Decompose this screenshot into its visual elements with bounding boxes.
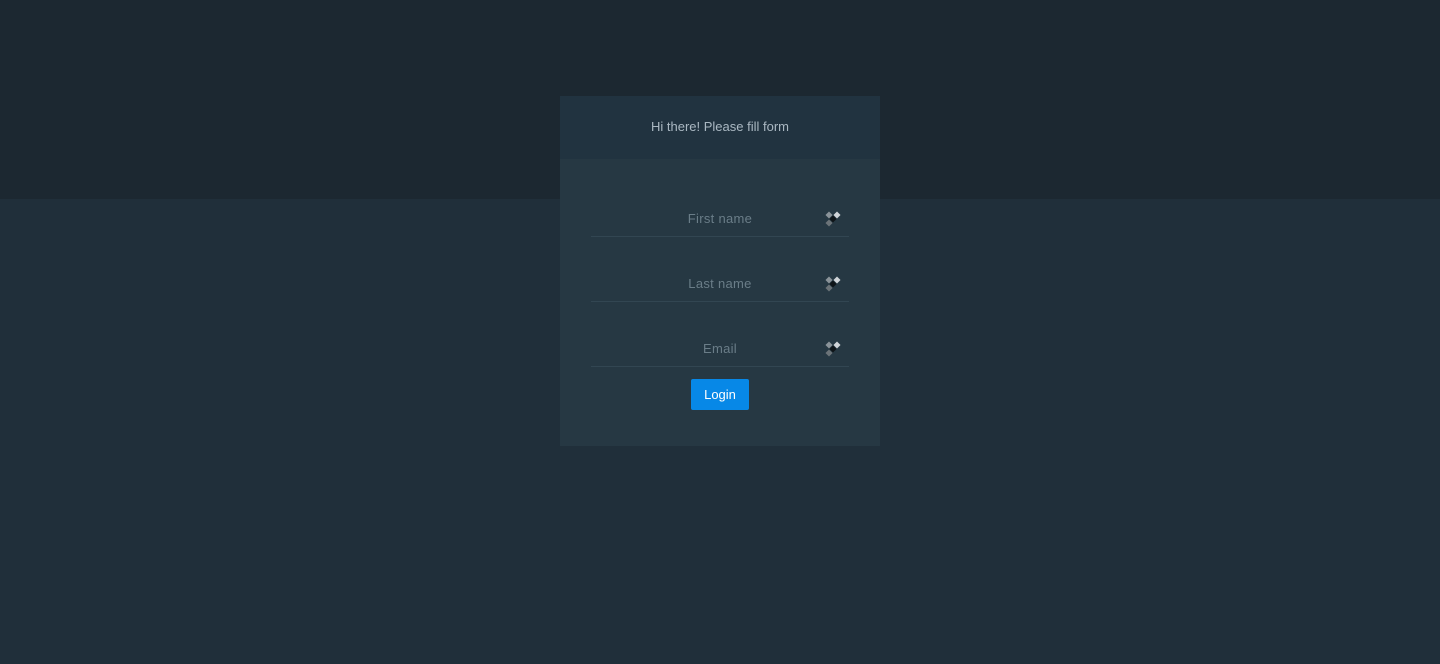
- form-body: Login: [560, 159, 880, 446]
- login-form-card: Hi there! Please fill form First name La…: [560, 96, 880, 446]
- first-name-field: [591, 200, 849, 237]
- last-name-input[interactable]: [591, 265, 849, 301]
- last-name-field: [591, 265, 849, 302]
- email-input[interactable]: [591, 330, 849, 366]
- autofill-key-icon[interactable]: [825, 276, 841, 292]
- first-name-input[interactable]: [591, 200, 849, 236]
- login-button[interactable]: Login: [691, 379, 749, 410]
- form-title: Hi there! Please fill form: [651, 119, 789, 134]
- form-header: Hi there! Please fill form: [560, 96, 880, 159]
- autofill-key-icon[interactable]: [825, 211, 841, 227]
- email-field: [591, 330, 849, 367]
- autofill-key-icon[interactable]: [825, 341, 841, 357]
